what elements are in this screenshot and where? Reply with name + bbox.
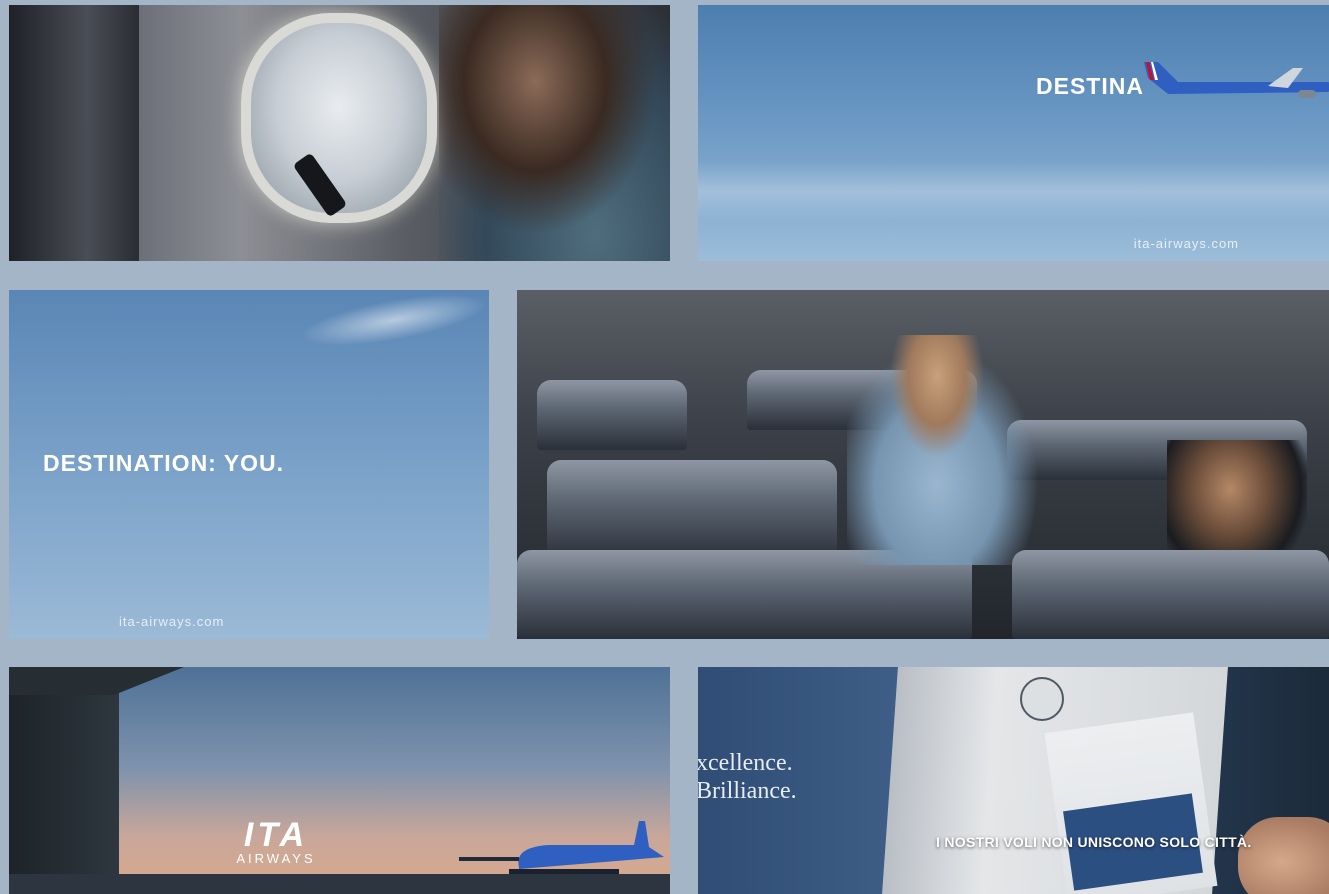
ita-airways-logo: ITA AIRWAYS xyxy=(216,816,336,866)
airplane-illustration xyxy=(1144,62,1329,98)
website-url: ita-airways.com xyxy=(1133,236,1239,251)
cabin-seat xyxy=(547,460,837,560)
subtitle-caption: I NOSTRI VOLI NON UNISCONO SOLO CITTÀ. xyxy=(936,834,1252,850)
cabin-seat-back xyxy=(9,5,139,261)
cabin-seat xyxy=(1012,550,1329,639)
hangar-wall xyxy=(9,667,119,894)
brochure-line: xcellence. xyxy=(698,750,793,776)
seal-emblem xyxy=(1020,677,1064,721)
tile-sky-plane-photo: DESTINA ita-airways.com xyxy=(698,5,1329,261)
tile-sunset-airport: ITA AIRWAYS xyxy=(9,667,670,894)
brochure-text: xcellence. Brilliance. xyxy=(698,749,797,805)
tile-woman-window-photo xyxy=(9,5,670,261)
tile-brochure-photo: xcellence. Brilliance. I NOSTRI VOLI NON… xyxy=(698,667,1329,894)
hangar-roof xyxy=(9,667,184,695)
cloud-band xyxy=(698,161,1329,221)
passenger-woman xyxy=(847,335,1047,565)
tarmac xyxy=(9,874,670,894)
aircraft-window xyxy=(241,13,437,223)
tile-business-cabin-photo xyxy=(517,290,1329,639)
cloud-wisp xyxy=(296,290,489,357)
tile-destination-sky: DESTINATION: YOU. ita-airways.com xyxy=(9,290,489,639)
brochure-line: Brilliance. xyxy=(698,778,797,804)
logo-mark: ITA xyxy=(243,816,309,854)
headline: DESTINA xyxy=(1036,73,1144,99)
passenger-woman xyxy=(439,5,670,261)
cabin-seat xyxy=(537,380,687,450)
logo-subtitle: AIRWAYS xyxy=(236,851,316,866)
headline: DESTINATION: YOU. xyxy=(43,450,285,476)
website-url: ita-airways.com xyxy=(119,614,225,629)
hand xyxy=(1238,817,1329,894)
